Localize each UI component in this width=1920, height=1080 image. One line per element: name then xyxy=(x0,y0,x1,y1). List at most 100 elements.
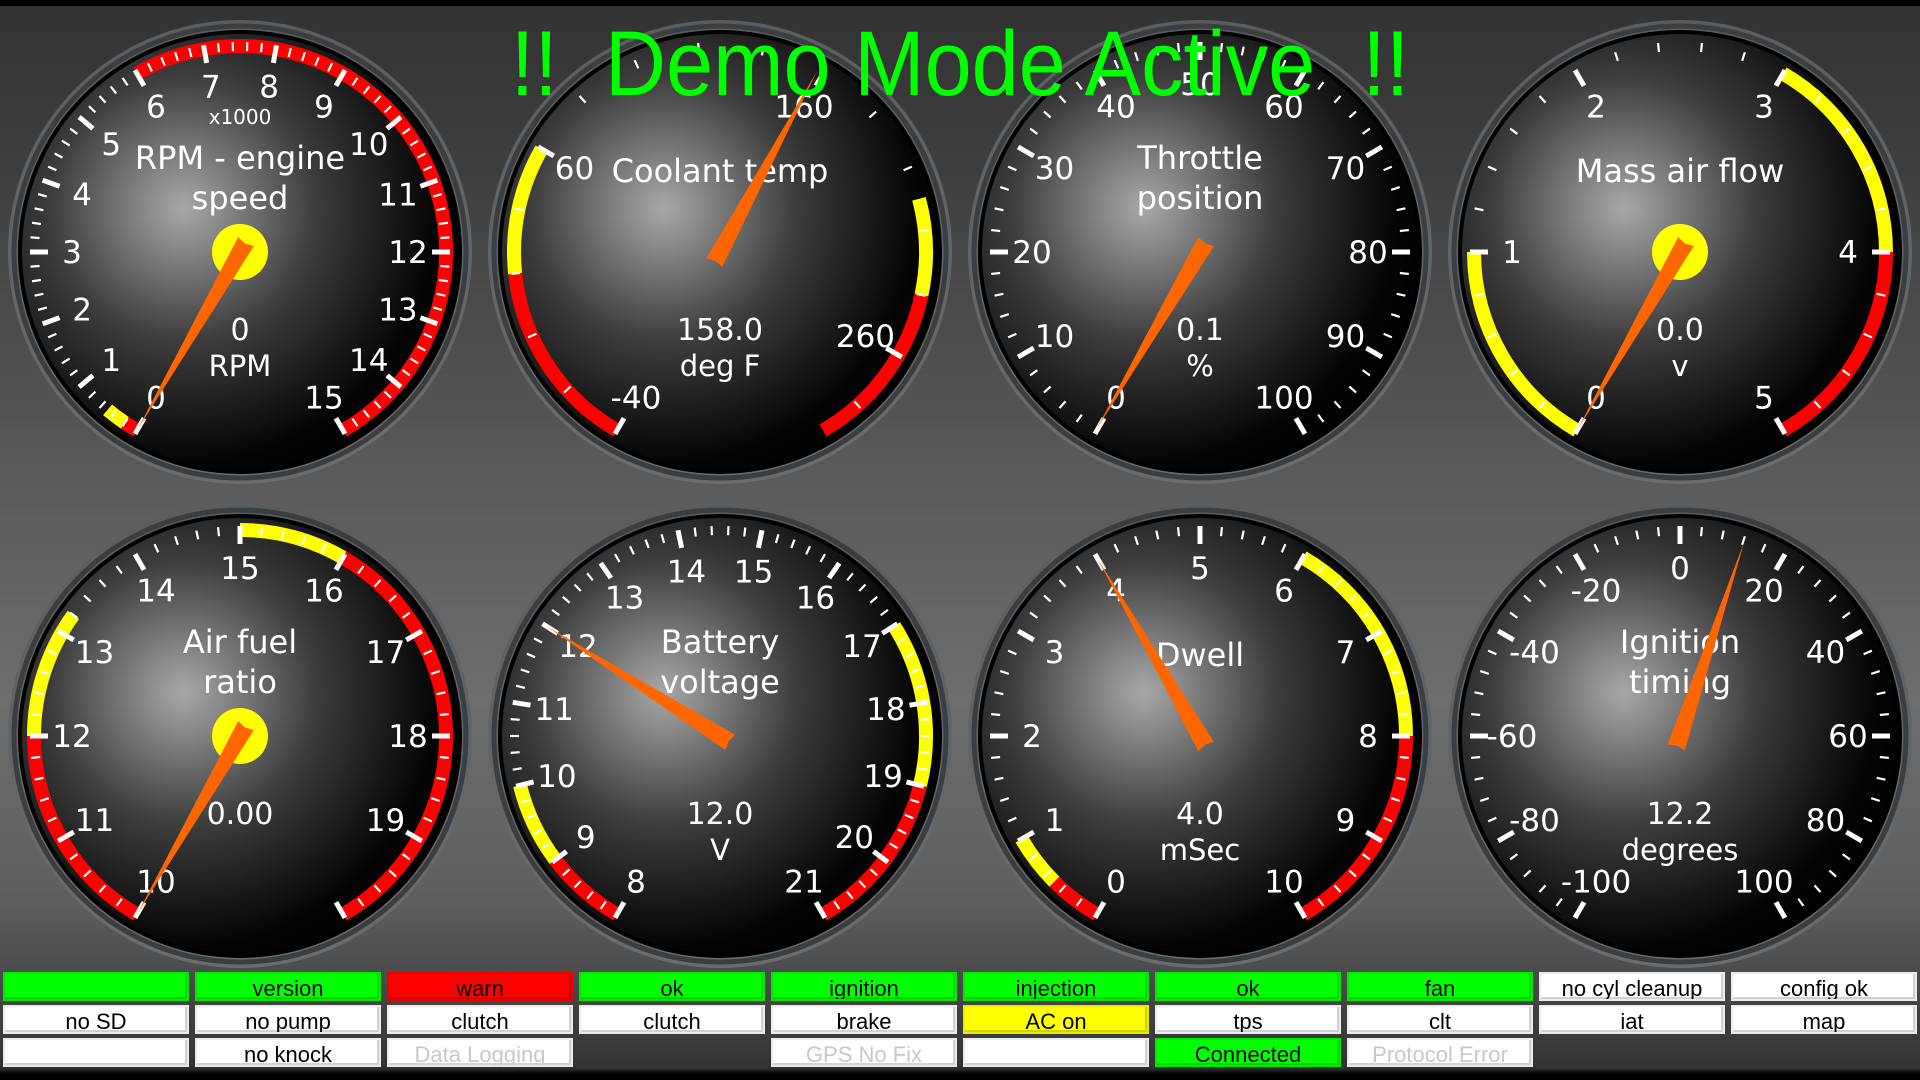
minor-tick xyxy=(31,712,41,717)
tick-label: 20 xyxy=(1744,574,1783,610)
tick-label: 8 xyxy=(1358,719,1378,755)
status-indicator: clutch xyxy=(387,1005,573,1034)
minor-tick xyxy=(918,767,928,771)
minor-tick xyxy=(440,264,450,268)
minor-tick xyxy=(438,278,449,283)
tick-label: 11 xyxy=(534,692,573,728)
gauge-coolant: -40 60 160 260 Coolant temp 158.0 deg F xyxy=(480,12,960,492)
gauge-units: v xyxy=(1671,349,1688,383)
tick-label: 90 xyxy=(1326,319,1365,355)
status-indicator: tps xyxy=(1155,1005,1341,1034)
minor-tick xyxy=(1399,271,1409,276)
gauge-value: 0.1 xyxy=(1176,313,1224,348)
tick-label: -80 xyxy=(1509,803,1560,839)
gauge-rpm: 0123456789101112131415x1000RPM - engines… xyxy=(0,12,480,492)
status-indicator: ok xyxy=(1155,972,1341,1001)
minor-tick xyxy=(919,229,929,233)
status-indicator-grid: version warn ok ignition injection ok fan no cy… xyxy=(0,972,1920,1072)
minor-tick xyxy=(1399,755,1409,760)
zone-arc-yellow xyxy=(912,196,933,297)
gauge-afr-dial: 10111213141516171819Air fuelratio0.00 xyxy=(8,504,472,968)
gauge-units: RPM xyxy=(209,349,272,383)
status-indicator xyxy=(3,1038,189,1067)
major-tick xyxy=(675,529,685,549)
minor-tick xyxy=(511,271,521,276)
tick-label: 70 xyxy=(1326,151,1365,187)
gauge-value: 0.0 xyxy=(1656,313,1704,348)
gauge-tps-dial: 0102030405060708090100Throttleposition0.… xyxy=(968,20,1432,484)
gauge-units: mSec xyxy=(1160,833,1240,867)
tick-label: 5 xyxy=(101,127,121,163)
gauge-title: Battery xyxy=(661,623,779,661)
tick-label: 9 xyxy=(576,820,596,856)
minor-tick xyxy=(991,271,1001,276)
tick-label: 16 xyxy=(796,581,835,617)
tick-label: 13 xyxy=(75,635,114,671)
status-indicator: clt xyxy=(1347,1005,1533,1034)
tick-label: 15 xyxy=(304,380,343,416)
tick-label: 18 xyxy=(388,719,427,755)
status-indicator: warn xyxy=(387,972,573,1001)
tick-label: 60 xyxy=(1828,719,1867,755)
gauge-title: Dwell xyxy=(1156,636,1244,674)
tick-label: 12 xyxy=(52,719,91,755)
gauge-value: 158.0 xyxy=(677,313,763,348)
gauge-value: 12.2 xyxy=(1647,797,1714,832)
tick-label: 10 xyxy=(1035,319,1074,355)
tick-label: 12 xyxy=(388,235,427,271)
minor-tick xyxy=(438,221,449,226)
minor-tick xyxy=(510,718,520,721)
tick-label: 17 xyxy=(366,635,405,671)
tick-label: 40 xyxy=(1096,90,1135,126)
tick-label: 4 xyxy=(72,178,92,214)
tick-label: 17 xyxy=(842,629,881,665)
tick-label: -40 xyxy=(611,380,662,416)
minor-tick xyxy=(1176,527,1181,537)
tick-label: 80 xyxy=(1348,235,1387,271)
minor-tick xyxy=(440,236,450,240)
status-indicator: no SD xyxy=(3,1005,189,1034)
tick-label: -100 xyxy=(1561,864,1631,900)
tick-label: 19 xyxy=(863,759,902,795)
status-indicator: AC on xyxy=(963,1005,1149,1034)
tick-label: 14 xyxy=(136,574,175,610)
status-indicator: Connected xyxy=(1155,1038,1341,1067)
minor-tick xyxy=(920,751,930,754)
status-indicator: ok xyxy=(579,972,765,1001)
gauge-title: Coolant temp xyxy=(612,152,829,190)
minor-tick xyxy=(1879,712,1889,717)
gauge-tps: 0102030405060708090100Throttleposition0.… xyxy=(960,12,1440,492)
minor-tick xyxy=(693,527,697,537)
status-indicator: map xyxy=(1731,1005,1917,1034)
status-indicator: brake xyxy=(771,1005,957,1034)
gauge-title: speed xyxy=(192,179,289,217)
minor-tick xyxy=(1399,228,1409,233)
gauge-units: % xyxy=(1186,349,1214,383)
tick-label: 14 xyxy=(349,343,388,379)
minor-tick xyxy=(991,228,1001,233)
tick-label: 0 xyxy=(1106,864,1126,900)
gauge-vbatt-dial: 89101112131415161718192021Batteryvoltage… xyxy=(488,504,952,968)
tick-label: 6 xyxy=(1274,574,1294,610)
tick-label: 16 xyxy=(304,574,343,610)
minor-tick xyxy=(991,712,1001,717)
tick-label: 100 xyxy=(1734,864,1793,900)
minor-tick xyxy=(1656,527,1661,537)
tick-label: 11 xyxy=(378,178,417,214)
minor-tick xyxy=(439,712,449,717)
tick-label: 13 xyxy=(378,292,417,328)
minor-tick xyxy=(30,236,40,240)
status-indicator: fan xyxy=(1347,972,1533,1001)
minor-tick xyxy=(31,755,41,760)
minor-tick xyxy=(1471,755,1481,760)
tick-label: 21 xyxy=(784,864,823,900)
status-indicator: no pump xyxy=(195,1005,381,1034)
gauge-title: Throttle xyxy=(1136,139,1263,177)
gauge-title: position xyxy=(1137,179,1264,217)
multiplier-label: x1000 xyxy=(209,105,272,129)
tick-label: 19 xyxy=(366,803,405,839)
status-indicator: no knock xyxy=(195,1038,381,1067)
major-tick xyxy=(201,44,210,64)
tick-label: 9 xyxy=(314,90,334,126)
tick-label: 9 xyxy=(1336,803,1356,839)
